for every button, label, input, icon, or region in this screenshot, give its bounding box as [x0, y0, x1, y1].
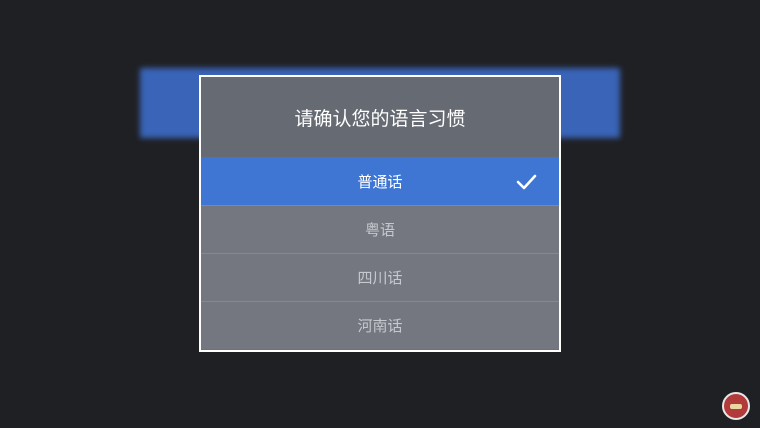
option-label: 普通话 [357, 173, 403, 191]
option-sichuanese[interactable]: 四川话 [201, 253, 559, 301]
option-henanese[interactable]: 河南话 [201, 301, 559, 349]
dialog-title: 请确认您的语言习惯 [201, 77, 559, 157]
option-mandarin[interactable]: 普通话 [201, 157, 559, 205]
check-icon [516, 174, 537, 190]
watermark-logo [722, 392, 750, 420]
logo-mark [730, 403, 742, 409]
option-label: 四川话 [357, 269, 403, 287]
option-cantonese[interactable]: 粤语 [201, 205, 559, 253]
language-dialog: 请确认您的语言习惯 普通话 粤语 四川话 河南话 [199, 75, 561, 352]
option-label: 河南话 [357, 317, 403, 335]
option-label: 粤语 [364, 221, 395, 239]
screen: 请确认您的语言习惯 普通话 粤语 四川话 河南话 [0, 0, 760, 428]
